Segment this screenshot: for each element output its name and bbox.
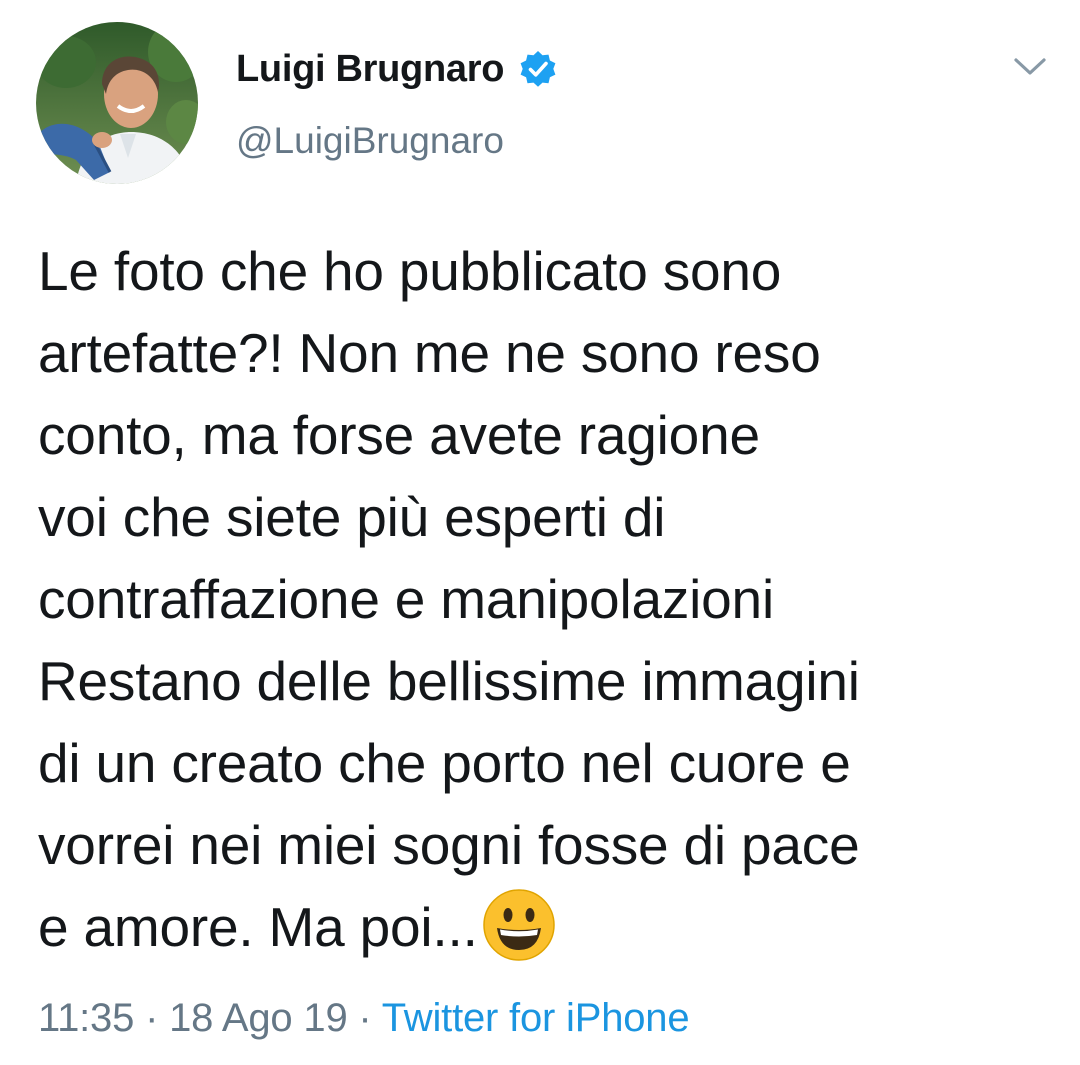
tweet-card: Luigi Brugnaro @LuigiBrugnaro Le foto ch… [0,0,1080,1065]
meta-separator: · [145,996,159,1040]
tweet-text-line: artefatte?! Non me ne sono reso [38,322,821,384]
tweet-text: Le foto che ho pubblicato sono artefatte… [38,230,1068,968]
tweet-text-line: vorrei nei miei sogni fosse di pace [38,814,860,876]
display-name[interactable]: Luigi Brugnaro [236,48,504,91]
tweet-text-line: voi che siete più esperti di [38,486,666,548]
grinning-face-emoji-icon [482,889,555,962]
author-handle[interactable]: @LuigiBrugnaro [236,120,504,162]
tweet-text-line-last: e amore. Ma poi... [38,886,1068,968]
verified-badge-icon [520,51,556,87]
tweet-time[interactable]: 11:35 [38,996,134,1040]
tweet-text-line: di un creato che porto nel cuore e [38,732,851,794]
tweet-date[interactable]: 18 Ago 19 [169,996,348,1040]
tweet-text-line: conto, ma forse avete ragione [38,404,760,466]
tweet-text-line: Restano delle bellissime immagini [38,650,860,712]
meta-separator: · [358,996,372,1040]
tweet-text-last-words: e amore. Ma poi... [38,896,478,958]
avatar-image [36,22,198,184]
tweet-text-line: Le foto che ho pubblicato sono [38,240,782,302]
author-header: Luigi Brugnaro [236,44,558,94]
tweet-source-link[interactable]: Twitter for iPhone [382,996,690,1040]
avatar[interactable] [36,22,198,184]
chevron-down-icon[interactable] [1010,52,1050,80]
tweet-text-line: contraffazione e manipolazioni [38,568,774,630]
tweet-meta: 11:35 · 18 Ago 19 · Twitter for iPhone [38,996,690,1041]
